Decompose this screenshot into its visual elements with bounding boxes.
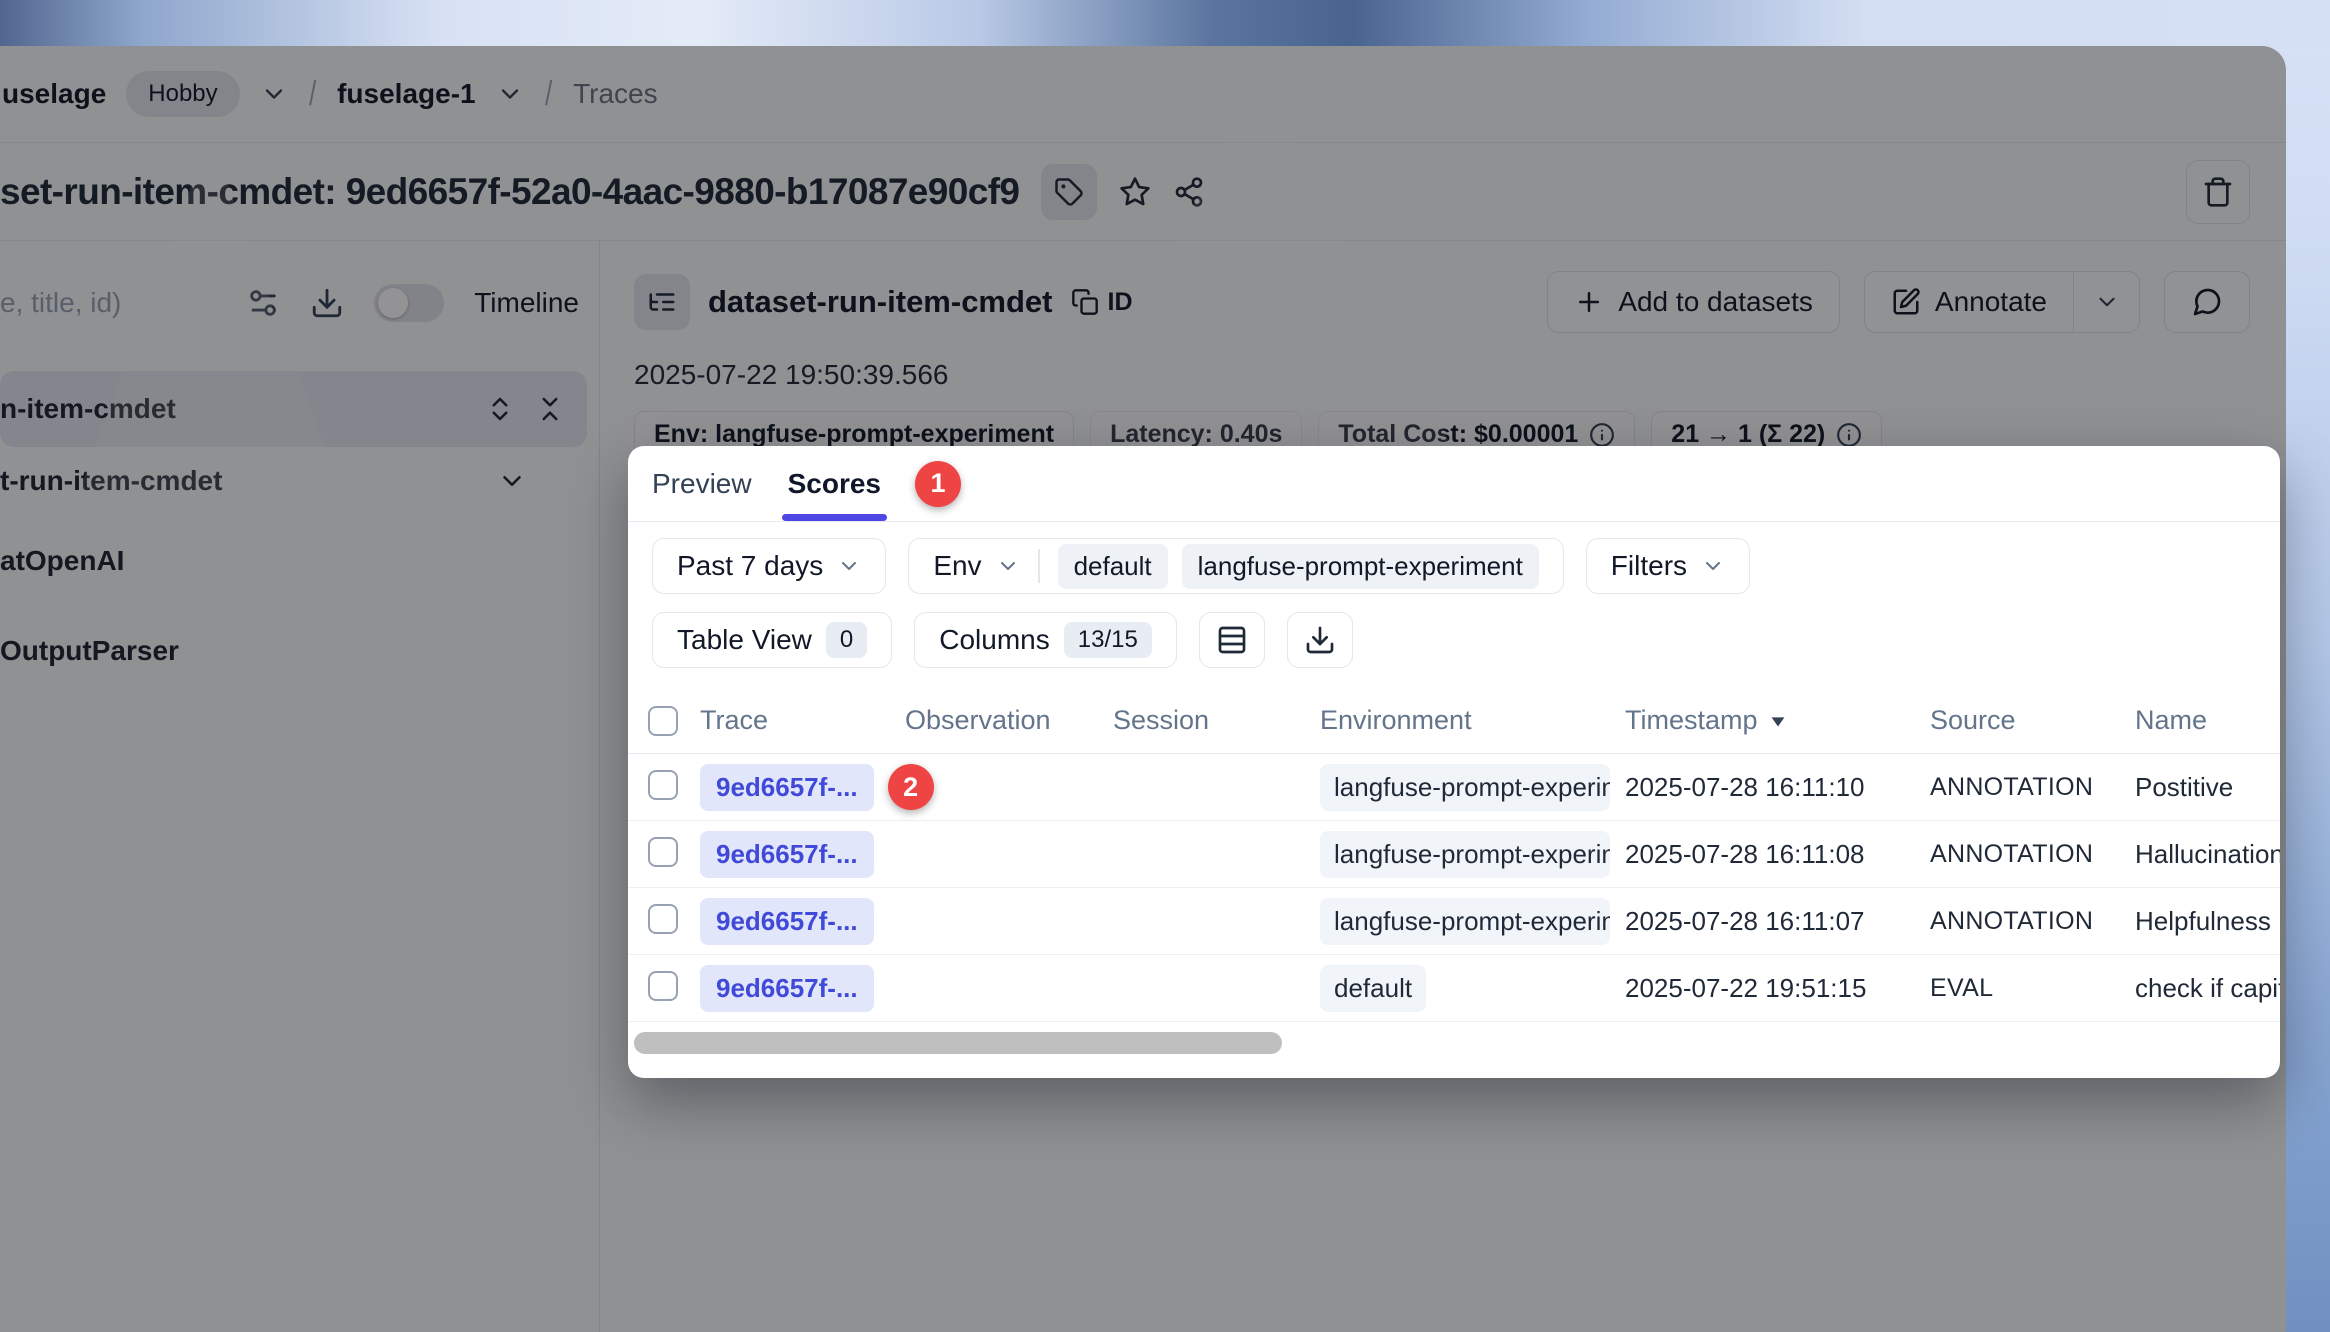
- env-filter-button[interactable]: Env default langfuse-prompt-experiment: [908, 538, 1563, 594]
- rows-icon: [1216, 624, 1248, 656]
- timestamp-cell: 2025-07-22 19:51:15: [1625, 973, 1930, 1004]
- table-row[interactable]: 9ed6657f-... langfuse-prompt-experim 202…: [628, 821, 2280, 888]
- wallpaper-strip: [0, 0, 2330, 46]
- column-header-name[interactable]: Name: [2135, 705, 2280, 736]
- env-value-chip: default: [1058, 544, 1168, 589]
- environment-cell: langfuse-prompt-experim: [1320, 831, 1610, 878]
- horizontal-scrollbar[interactable]: [628, 1022, 2280, 1078]
- sort-desc-icon: [1767, 710, 1789, 732]
- source-cell: EVAL: [1930, 974, 2135, 1003]
- name-cell: Postitive: [2135, 772, 2280, 803]
- tour-step-badge-2: 2: [888, 764, 934, 810]
- column-header-source[interactable]: Source: [1930, 705, 2135, 736]
- trace-link[interactable]: 9ed6657f-...: [700, 965, 874, 1012]
- table-header-row: Trace Observation Session Environment Ti…: [628, 688, 2280, 754]
- timestamp-cell: 2025-07-28 16:11:08: [1625, 839, 1930, 870]
- table-row[interactable]: 9ed6657f-... default 2025-07-22 19:51:15…: [628, 955, 2280, 1022]
- column-header-timestamp[interactable]: Timestamp: [1625, 705, 1930, 736]
- table-toolbar: Table View 0 Columns 13/15: [628, 594, 2280, 668]
- column-header-observation[interactable]: Observation: [905, 705, 1113, 736]
- divider: [1038, 549, 1040, 583]
- scores-panel: Preview Scores 1 Past 7 days Env default…: [628, 446, 2280, 1078]
- tour-step-badge-1: 1: [915, 461, 961, 507]
- row-checkbox[interactable]: [648, 837, 678, 867]
- download-icon: [1304, 624, 1336, 656]
- name-cell: check if capital: [2135, 973, 2280, 1004]
- trace-link[interactable]: 9ed6657f-...: [700, 898, 874, 945]
- select-all-checkbox[interactable]: [648, 706, 678, 736]
- table-row[interactable]: 9ed6657f-... 2 langfuse-prompt-experim 2…: [628, 754, 2280, 821]
- desktop: uselage Hobby / fuselage-1 / Traces set-…: [0, 0, 2330, 1332]
- source-cell: ANNOTATION: [1930, 773, 2135, 802]
- scores-table: Trace Observation Session Environment Ti…: [628, 688, 2280, 1078]
- environment-cell: langfuse-prompt-experim: [1320, 898, 1610, 945]
- columns-button[interactable]: Columns 13/15: [914, 612, 1177, 668]
- table-view-button[interactable]: Table View 0: [652, 612, 892, 668]
- scrollbar-thumb[interactable]: [634, 1032, 1282, 1054]
- source-cell: ANNOTATION: [1930, 840, 2135, 869]
- tab-bar: Preview Scores 1: [628, 446, 2280, 522]
- row-checkbox[interactable]: [648, 770, 678, 800]
- env-value-chip: langfuse-prompt-experiment: [1182, 544, 1539, 589]
- chevron-down-icon: [996, 554, 1020, 578]
- environment-cell: default: [1320, 965, 1426, 1012]
- timestamp-cell: 2025-07-28 16:11:07: [1625, 906, 1930, 937]
- date-range-button[interactable]: Past 7 days: [652, 538, 886, 594]
- row-height-button[interactable]: [1199, 612, 1265, 668]
- export-button[interactable]: [1287, 612, 1353, 668]
- tab-preview[interactable]: Preview: [652, 446, 752, 521]
- column-header-session[interactable]: Session: [1113, 705, 1320, 736]
- trace-link[interactable]: 9ed6657f-...: [700, 764, 874, 811]
- table-view-count: 0: [826, 622, 867, 658]
- row-checkbox[interactable]: [648, 971, 678, 1001]
- column-header-environment[interactable]: Environment: [1320, 705, 1625, 736]
- column-header-trace[interactable]: Trace: [700, 705, 905, 736]
- tab-scores[interactable]: Scores: [788, 446, 881, 521]
- row-checkbox[interactable]: [648, 904, 678, 934]
- chevron-down-icon: [1701, 554, 1725, 578]
- filters-row: Past 7 days Env default langfuse-prompt-…: [628, 522, 2280, 594]
- environment-cell: langfuse-prompt-experim: [1320, 764, 1610, 811]
- filters-button[interactable]: Filters: [1586, 538, 1750, 594]
- columns-count: 13/15: [1064, 622, 1152, 658]
- name-cell: Hallucination: [2135, 839, 2280, 870]
- table-row[interactable]: 9ed6657f-... langfuse-prompt-experim 202…: [628, 888, 2280, 955]
- timestamp-cell: 2025-07-28 16:11:10: [1625, 772, 1930, 803]
- chevron-down-icon: [837, 554, 861, 578]
- trace-link[interactable]: 9ed6657f-...: [700, 831, 874, 878]
- source-cell: ANNOTATION: [1930, 907, 2135, 936]
- name-cell: Helpfulness: [2135, 906, 2280, 937]
